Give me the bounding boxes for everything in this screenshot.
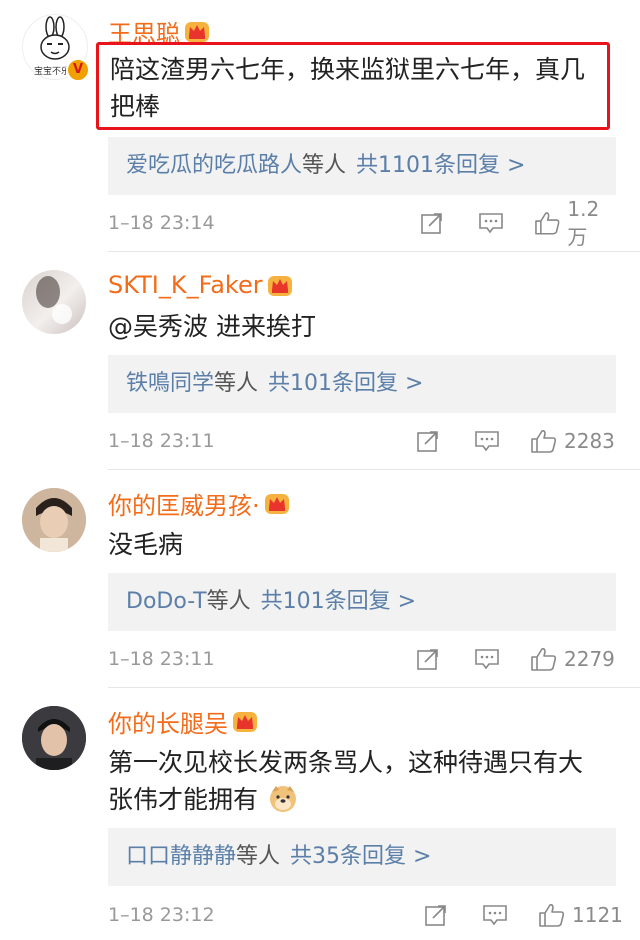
comment-icon bbox=[475, 649, 499, 670]
username-text: 你的匡威男孩· bbox=[108, 491, 260, 520]
comment-text-content: 第一次见校长发两条骂人，这种待遇只有大张伟才能拥有 bbox=[108, 748, 584, 814]
reply-summary[interactable]: 铁鳴同学等人 共101条回复 > bbox=[108, 355, 616, 413]
like-icon bbox=[535, 212, 560, 235]
avatar-caption: 宝宝不乐 bbox=[34, 67, 71, 77]
timestamp: 1–18 23:11 bbox=[108, 648, 215, 670]
share-button[interactable] bbox=[416, 426, 440, 456]
reply-count[interactable]: 共1101条回复 > bbox=[356, 153, 525, 178]
comment-item: 你的长腿吴 第一次见校长发两条骂人，这种待遇只有大张伟才能拥有 口口静静静等人共… bbox=[0, 688, 640, 940]
like-button[interactable]: 1121 bbox=[538, 900, 623, 930]
like-count: 2283 bbox=[564, 429, 615, 453]
reply-count[interactable]: 共101条回复 > bbox=[268, 371, 423, 396]
verified-icon: V bbox=[66, 58, 90, 82]
share-icon bbox=[417, 431, 438, 452]
reply-count[interactable]: 共35条回复 > bbox=[290, 844, 431, 869]
comment-meta: 1–18 23:11 2283 bbox=[108, 426, 618, 456]
reply-etc: 等人 bbox=[236, 844, 281, 869]
timestamp: 1–18 23:11 bbox=[108, 430, 215, 452]
reply-summary[interactable]: 口口静静静等人 共35条回复 > bbox=[108, 828, 616, 886]
reply-etc: 等人 bbox=[206, 589, 251, 614]
comment-button[interactable] bbox=[478, 208, 504, 238]
comment-text: 第一次见校长发两条骂人，这种待遇只有大张伟才能拥有 bbox=[108, 744, 603, 818]
crown-icon bbox=[232, 709, 258, 733]
reply-users[interactable]: DoDo-T bbox=[126, 589, 207, 614]
avatar[interactable] bbox=[22, 706, 86, 770]
username-text: 你的长腿吴 bbox=[108, 709, 228, 738]
username[interactable]: 你的长腿吴 bbox=[108, 704, 258, 738]
comment-icon bbox=[475, 431, 499, 452]
like-icon bbox=[531, 430, 557, 453]
comment-item: 你的匡威男孩· 没毛病 DoDo-T等人 共101条回复 > 1–18 23:11… bbox=[0, 470, 640, 688]
username-text: SKTI_K_Faker bbox=[108, 271, 263, 299]
reply-count[interactable]: 共101条回复 > bbox=[261, 589, 416, 614]
like-icon bbox=[531, 648, 557, 671]
comment-meta: 1–18 23:11 2279 bbox=[108, 644, 618, 674]
like-button[interactable]: 1.2万 bbox=[534, 197, 618, 249]
like-count: 1121 bbox=[572, 903, 623, 927]
comment-text: @吴秀波 进来挨打 bbox=[108, 312, 316, 341]
crown-icon bbox=[264, 491, 290, 515]
crown-icon bbox=[184, 19, 210, 43]
like-button[interactable]: 2279 bbox=[530, 644, 615, 674]
reply-summary[interactable]: DoDo-T等人 共101条回复 > bbox=[108, 573, 616, 631]
reply-etc: 等人 bbox=[302, 153, 347, 178]
share-button[interactable] bbox=[416, 644, 440, 674]
highlight-box bbox=[96, 42, 610, 130]
comment-icon bbox=[483, 905, 507, 926]
comment-meta: 1–18 23:12 1121 bbox=[108, 900, 623, 930]
comment-button[interactable] bbox=[474, 426, 500, 456]
reply-summary[interactable]: 爱吃瓜的吃瓜路人等人 共1101条回复 > bbox=[108, 137, 616, 195]
comment-button[interactable] bbox=[474, 644, 500, 674]
avatar[interactable] bbox=[22, 270, 86, 334]
reply-users[interactable]: 爱吃瓜的吃瓜路人 bbox=[126, 153, 302, 178]
share-button[interactable] bbox=[420, 208, 444, 238]
share-icon bbox=[425, 905, 446, 926]
comment-button[interactable] bbox=[482, 900, 508, 930]
share-icon bbox=[421, 213, 442, 234]
username[interactable]: 你的匡威男孩· bbox=[108, 486, 290, 520]
avatar[interactable] bbox=[22, 488, 86, 552]
like-count: 1.2万 bbox=[567, 196, 600, 249]
comment-item: 宝宝不乐 V 王思聪 陪这渣男六七年，换来监狱里六七年，真几把棒 爱吃瓜的吃瓜路… bbox=[0, 0, 640, 252]
comment-item: SKTI_K_Faker @吴秀波 进来挨打 铁鳴同学等人 共101条回复 > 1… bbox=[0, 252, 640, 470]
timestamp: 1–18 23:14 bbox=[108, 212, 215, 234]
reply-users[interactable]: 口口静静静 bbox=[126, 844, 236, 869]
reply-etc: 等人 bbox=[214, 371, 259, 396]
like-icon bbox=[539, 904, 565, 927]
doge-emoji bbox=[268, 784, 298, 814]
like-button[interactable]: 2283 bbox=[530, 426, 615, 456]
reply-users[interactable]: 铁鳴同学 bbox=[126, 371, 214, 396]
timestamp: 1–18 23:12 bbox=[108, 904, 215, 926]
username[interactable]: SKTI_K_Faker bbox=[108, 268, 293, 302]
comment-meta: 1–18 23:14 1.2万 bbox=[108, 197, 618, 249]
comment-text: 没毛病 bbox=[108, 530, 184, 559]
share-button[interactable] bbox=[424, 900, 448, 930]
crown-icon bbox=[267, 273, 293, 297]
like-count: 2279 bbox=[564, 647, 615, 671]
share-icon bbox=[417, 649, 438, 670]
comment-icon bbox=[479, 213, 503, 234]
